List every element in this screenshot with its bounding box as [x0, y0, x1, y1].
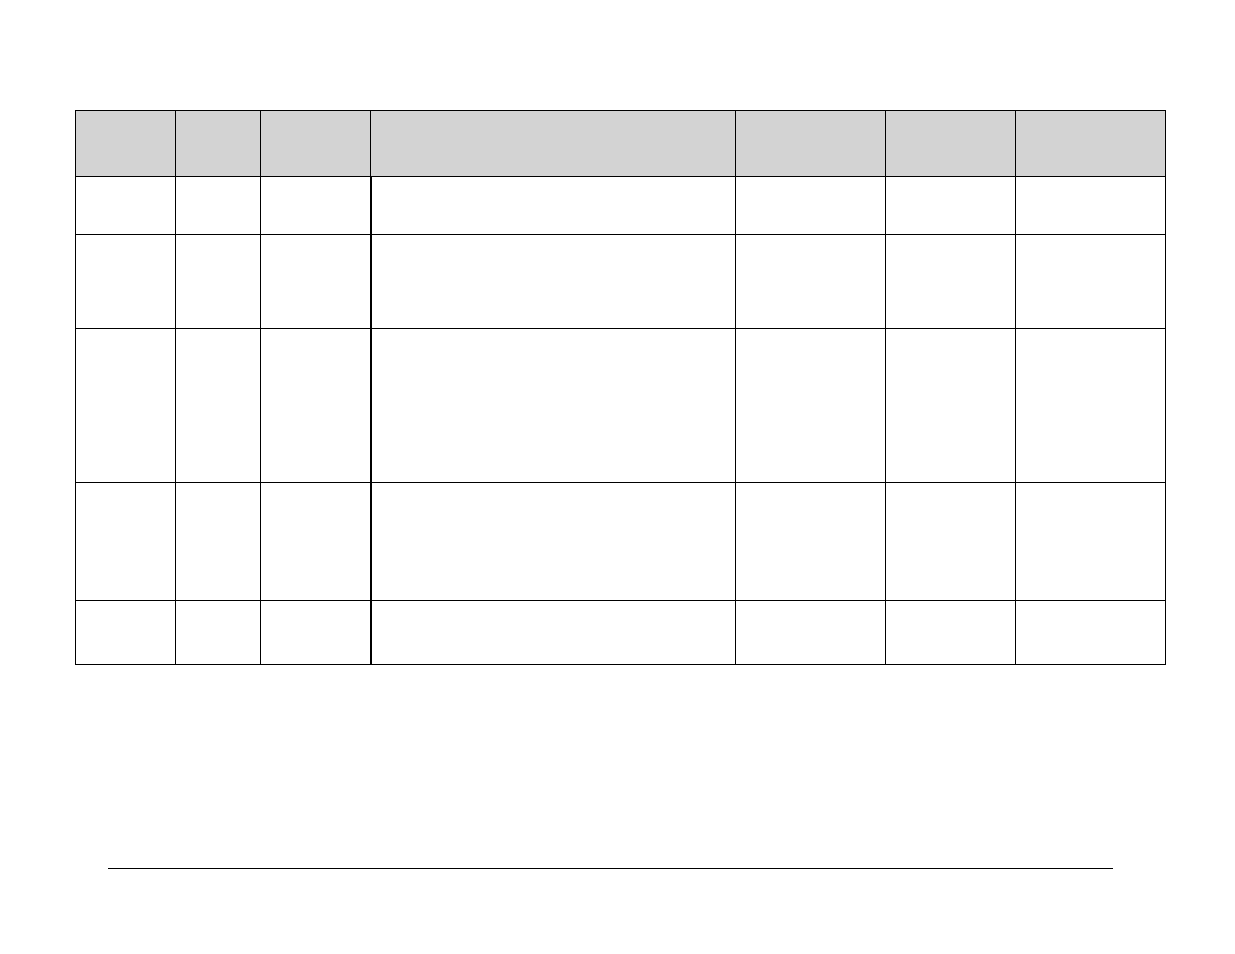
- cell: [1016, 177, 1166, 235]
- cell: [76, 601, 176, 665]
- data-table: [75, 110, 1166, 665]
- cell: [886, 601, 1016, 665]
- cell: [886, 329, 1016, 483]
- cell: [176, 329, 261, 483]
- cell: [371, 235, 736, 329]
- cell: [261, 235, 371, 329]
- cell: [736, 235, 886, 329]
- page: [0, 0, 1235, 954]
- cell: [736, 177, 886, 235]
- cell: [1016, 329, 1166, 483]
- col-header-3: [371, 111, 736, 177]
- table-container: [75, 110, 1165, 665]
- footer-rule: [108, 868, 1113, 869]
- cell: [1016, 235, 1166, 329]
- cell: [176, 601, 261, 665]
- cell: [176, 235, 261, 329]
- cell: [886, 483, 1016, 601]
- col-header-5: [886, 111, 1016, 177]
- cell: [176, 177, 261, 235]
- cell: [76, 329, 176, 483]
- cell: [176, 483, 261, 601]
- cell: [886, 177, 1016, 235]
- cell: [261, 329, 371, 483]
- col-header-0: [76, 111, 176, 177]
- cell: [261, 601, 371, 665]
- table-row: [76, 177, 1166, 235]
- cell: [261, 483, 371, 601]
- cell: [736, 329, 886, 483]
- cell: [371, 177, 736, 235]
- cell: [371, 329, 736, 483]
- table-row: [76, 601, 1166, 665]
- cell: [736, 483, 886, 601]
- cell: [1016, 601, 1166, 665]
- col-header-6: [1016, 111, 1166, 177]
- table-row: [76, 235, 1166, 329]
- cell: [371, 601, 736, 665]
- cell: [1016, 483, 1166, 601]
- col-header-4: [736, 111, 886, 177]
- cell: [76, 235, 176, 329]
- cell: [76, 177, 176, 235]
- col-header-1: [176, 111, 261, 177]
- cell: [886, 235, 1016, 329]
- col-header-2: [261, 111, 371, 177]
- cell: [371, 483, 736, 601]
- cell: [261, 177, 371, 235]
- cell: [736, 601, 886, 665]
- table-header-row: [76, 111, 1166, 177]
- cell: [76, 483, 176, 601]
- table-row: [76, 483, 1166, 601]
- table-row: [76, 329, 1166, 483]
